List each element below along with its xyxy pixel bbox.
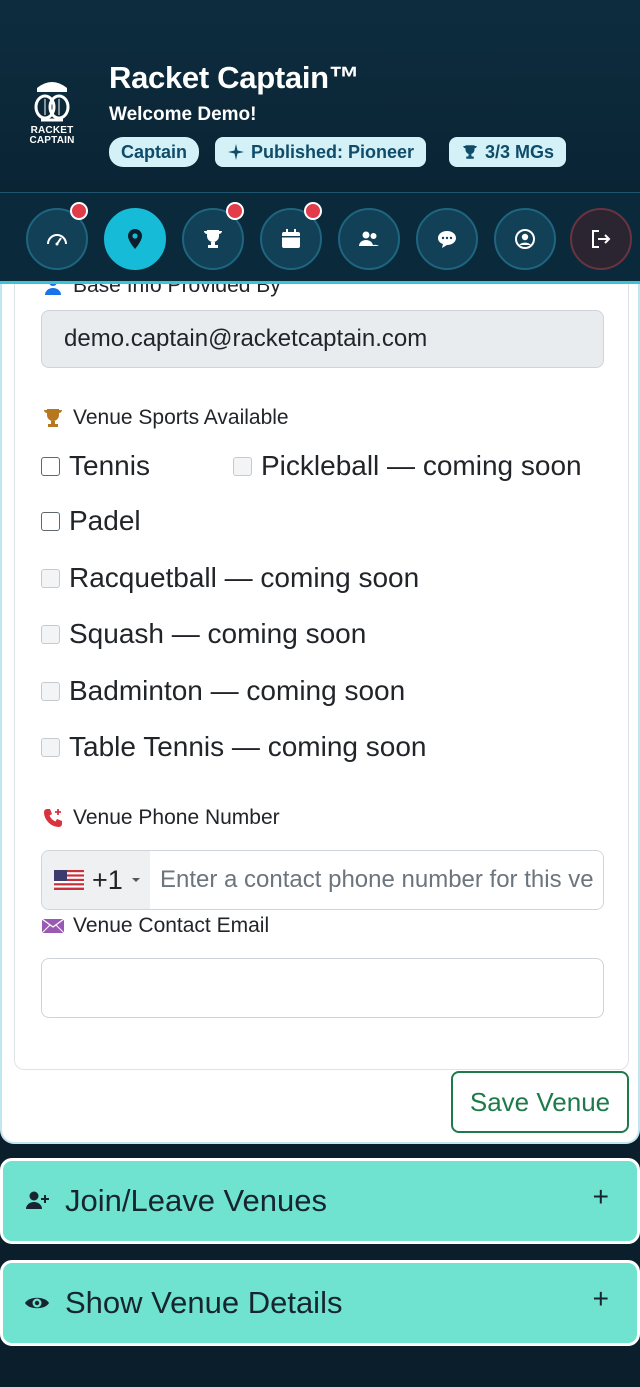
sport-checkbox-table-tennis: Table Tennis — coming soon [41, 731, 426, 763]
nav-dashboard-button[interactable] [26, 202, 88, 270]
nav-leagues-button[interactable] [182, 202, 244, 270]
chat-icon [438, 231, 456, 248]
sport-label: Racquetball — coming soon [69, 562, 420, 593]
base-info-label: Base Info Provided By [41, 284, 281, 298]
save-venue-button[interactable]: Save Venue [451, 1071, 629, 1133]
mgs-badge: 3/3 MGs [449, 137, 567, 167]
sport-checkbox-racquetball: Racquetball — coming soon [41, 562, 419, 594]
location-pin-icon [128, 229, 142, 249]
checkbox-box [41, 568, 60, 588]
dashboard-icon [47, 234, 67, 246]
caret-down-icon [131, 878, 140, 882]
sport-checkbox-squash: Squash — coming soon [41, 618, 366, 650]
sport-label: Table Tennis — coming soon [69, 731, 427, 762]
phone-icon [44, 809, 62, 827]
nav-calendar-button[interactable] [260, 202, 322, 270]
trophy-icon [44, 409, 62, 427]
checkbox-box [41, 624, 60, 644]
checkbox-box [233, 456, 252, 476]
notification-dot [226, 202, 244, 220]
app-logo[interactable]: RACKET CAPTAIN [24, 74, 80, 152]
sport-label: Pickleball — coming soon [261, 450, 582, 481]
phone-input[interactable] [150, 851, 603, 909]
sport-checkbox-padel[interactable]: Padel [41, 505, 141, 537]
app-header: RACKET CAPTAIN Racket Captain™ Welcome D… [0, 0, 640, 192]
sport-label: Squash — coming soon [69, 618, 367, 649]
checkbox-box [41, 737, 60, 757]
base-info-field: demo.captain@racketcaptain.com [41, 310, 604, 368]
country-code: +1 [92, 864, 123, 895]
expand-icon[interactable]: + [593, 1181, 609, 1213]
user-circle-icon [515, 229, 535, 249]
nav-logout-button[interactable] [570, 208, 632, 270]
country-code-select[interactable]: +1 [42, 851, 150, 909]
role-badge: Captain [109, 137, 200, 167]
nav-players-button[interactable] [338, 208, 400, 270]
sport-checkbox-pickleball: Pickleball — coming soon [233, 450, 582, 482]
venue-form: Base Info Provided By demo.captain@racke… [14, 284, 629, 1070]
email-input[interactable] [41, 958, 604, 1018]
envelope-icon [41, 918, 65, 934]
phone-label: Venue Phone Number [41, 806, 280, 830]
sport-checkbox-tennis[interactable]: Tennis [41, 450, 150, 482]
accordion-title: Join/Leave Venues [65, 1183, 327, 1218]
racket-logo-icon [34, 82, 70, 122]
join-leave-venues-accordion[interactable]: Join/Leave Venues + [0, 1158, 640, 1244]
show-venue-details-accordion[interactable]: Show Venue Details + [0, 1260, 640, 1346]
trophy-icon [204, 230, 222, 248]
logo-text: RACKET CAPTAIN [29, 125, 75, 146]
expand-icon[interactable]: + [593, 1283, 609, 1315]
logout-icon [592, 230, 611, 248]
phone-field: +1 [41, 850, 604, 910]
calendar-icon [282, 229, 300, 248]
sport-label: Padel [69, 505, 141, 536]
published-badge: Published: Pioneer [215, 137, 427, 167]
venue-form-card: Base Info Provided By demo.captain@racke… [0, 284, 640, 1144]
role-badge-label: Captain [121, 141, 188, 162]
base-info-label-text: Base Info Provided By [73, 284, 281, 297]
notification-dot [70, 202, 88, 220]
welcome-message: Welcome Demo! [109, 104, 257, 125]
notification-dot [304, 202, 322, 220]
sport-label: Badminton — coming soon [69, 675, 406, 706]
checkbox-box [41, 681, 60, 701]
checkbox-box[interactable] [41, 456, 60, 476]
mgs-badge-label: 3/3 MGs [485, 141, 555, 162]
users-icon [359, 231, 379, 246]
eye-icon [25, 1297, 49, 1309]
nav-venues-button[interactable] [104, 208, 166, 270]
published-badge-label: Published: Pioneer [251, 141, 415, 162]
user-plus-icon [26, 1191, 49, 1209]
email-label: Venue Contact Email [41, 914, 269, 938]
sport-label: Tennis [69, 450, 150, 481]
accordion-title: Show Venue Details [65, 1285, 343, 1320]
nav-messages-button[interactable] [416, 208, 478, 270]
sparkle-icon [228, 144, 244, 160]
email-label-text: Venue Contact Email [73, 914, 270, 937]
phone-label-text: Venue Phone Number [73, 806, 280, 829]
us-flag-icon [54, 870, 84, 890]
sport-checkbox-badminton: Badminton — coming soon [41, 675, 405, 707]
trophy-icon [463, 145, 477, 159]
sports-label: Venue Sports Available [41, 406, 289, 430]
app-title: Racket Captain™ [109, 60, 360, 95]
sports-label-text: Venue Sports Available [73, 406, 289, 429]
main-nav [0, 192, 640, 284]
nav-profile-button[interactable] [494, 208, 556, 270]
checkbox-box[interactable] [41, 511, 60, 531]
user-icon [45, 284, 61, 295]
